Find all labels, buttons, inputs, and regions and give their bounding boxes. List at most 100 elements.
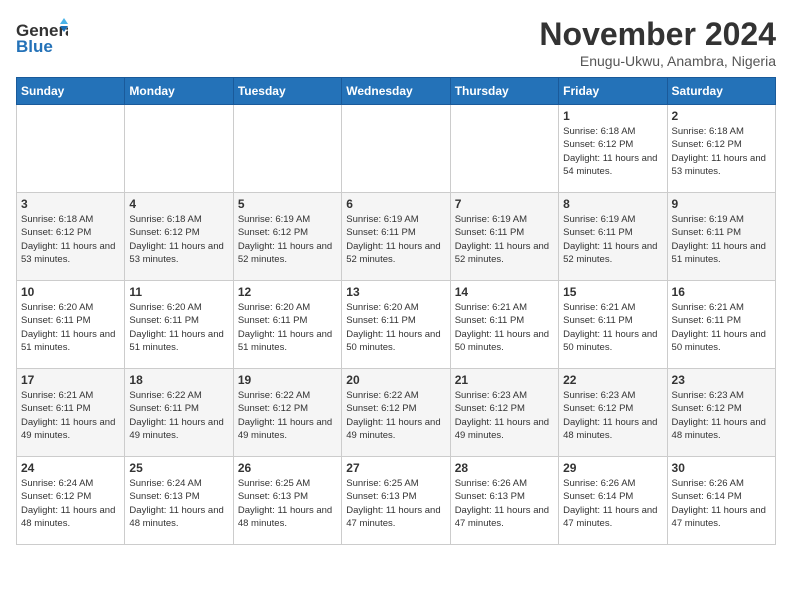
day-number: 19 [238, 373, 337, 387]
location-title: Enugu-Ukwu, Anambra, Nigeria [539, 53, 776, 69]
day-number: 12 [238, 285, 337, 299]
day-number: 17 [21, 373, 120, 387]
table-row [450, 105, 558, 193]
day-number: 9 [672, 197, 771, 211]
week-row-1: 1 Sunrise: 6:18 AM Sunset: 6:12 PM Daylig… [17, 105, 776, 193]
day-info: Sunrise: 6:19 AM Sunset: 6:11 PM Dayligh… [672, 213, 771, 266]
logo-icon: General Blue [16, 16, 68, 60]
day-info: Sunrise: 6:18 AM Sunset: 6:12 PM Dayligh… [563, 125, 662, 178]
title-block: November 2024 Enugu-Ukwu, Anambra, Niger… [539, 16, 776, 69]
table-row: 19 Sunrise: 6:22 AM Sunset: 6:12 PM Dayli… [233, 369, 341, 457]
day-number: 20 [346, 373, 445, 387]
table-row: 3Sunrise: 6:18 AM Sunset: 6:12 PM Daylig… [17, 193, 125, 281]
header-thursday: Thursday [450, 78, 558, 105]
table-row: 11Sunrise: 6:20 AM Sunset: 6:11 PM Dayli… [125, 281, 233, 369]
table-row: 8 Sunrise: 6:19 AM Sunset: 6:11 PM Daylig… [559, 193, 667, 281]
table-row: 2Sunrise: 6:18 AM Sunset: 6:12 PM Daylig… [667, 105, 775, 193]
day-number: 10 [21, 285, 120, 299]
table-row [17, 105, 125, 193]
day-info: Sunrise: 6:20 AM Sunset: 6:11 PM Dayligh… [346, 301, 445, 354]
week-row-4: 17 Sunrise: 6:21 AM Sunset: 6:11 PM Dayli… [17, 369, 776, 457]
table-row: 10 Sunrise: 6:20 AM Sunset: 6:11 PM Dayli… [17, 281, 125, 369]
weekday-header-row: Sunday Monday Tuesday Wednesday Thursday… [17, 78, 776, 105]
table-row: 26Sunrise: 6:25 AM Sunset: 6:13 PM Dayli… [233, 457, 341, 545]
table-row [342, 105, 450, 193]
day-info: Sunrise: 6:26 AM Sunset: 6:14 PM Dayligh… [563, 477, 662, 530]
table-row: 14 Sunrise: 6:21 AM Sunset: 6:11 PM Dayli… [450, 281, 558, 369]
day-number: 6 [346, 197, 445, 211]
table-row: 18 Sunrise: 6:22 AM Sunset: 6:11 PM Dayli… [125, 369, 233, 457]
day-number: 25 [129, 461, 228, 475]
header-tuesday: Tuesday [233, 78, 341, 105]
day-info: Sunrise: 6:22 AM Sunset: 6:11 PM Dayligh… [129, 389, 228, 442]
day-number: 28 [455, 461, 554, 475]
day-number: 24 [21, 461, 120, 475]
day-number: 15 [563, 285, 662, 299]
day-info: Sunrise: 6:20 AM Sunset: 6:11 PM Dayligh… [21, 301, 120, 354]
table-row: 23Sunrise: 6:23 AM Sunset: 6:12 PM Dayli… [667, 369, 775, 457]
table-row [125, 105, 233, 193]
svg-text:Blue: Blue [16, 37, 53, 56]
day-info: Sunrise: 6:23 AM Sunset: 6:12 PM Dayligh… [455, 389, 554, 442]
day-info: Sunrise: 6:21 AM Sunset: 6:11 PM Dayligh… [563, 301, 662, 354]
day-number: 5 [238, 197, 337, 211]
table-row: 24Sunrise: 6:24 AM Sunset: 6:12 PM Dayli… [17, 457, 125, 545]
table-row: 7Sunrise: 6:19 AM Sunset: 6:11 PM Daylig… [450, 193, 558, 281]
day-number: 1 [563, 109, 662, 123]
table-row: 28 Sunrise: 6:26 AM Sunset: 6:13 PM Dayli… [450, 457, 558, 545]
day-number: 2 [672, 109, 771, 123]
calendar-table: Sunday Monday Tuesday Wednesday Thursday… [16, 77, 776, 545]
table-row: 13 Sunrise: 6:20 AM Sunset: 6:11 PM Dayli… [342, 281, 450, 369]
day-number: 14 [455, 285, 554, 299]
table-row: 15 Sunrise: 6:21 AM Sunset: 6:11 PM Dayli… [559, 281, 667, 369]
table-row: 20Sunrise: 6:22 AM Sunset: 6:12 PM Dayli… [342, 369, 450, 457]
day-number: 8 [563, 197, 662, 211]
table-row: 29 Sunrise: 6:26 AM Sunset: 6:14 PM Dayli… [559, 457, 667, 545]
day-number: 13 [346, 285, 445, 299]
day-number: 16 [672, 285, 771, 299]
day-number: 22 [563, 373, 662, 387]
table-row [233, 105, 341, 193]
table-row: 6 Sunrise: 6:19 AM Sunset: 6:11 PM Daylig… [342, 193, 450, 281]
day-info: Sunrise: 6:22 AM Sunset: 6:12 PM Dayligh… [238, 389, 337, 442]
day-info: Sunrise: 6:26 AM Sunset: 6:13 PM Dayligh… [455, 477, 554, 530]
day-number: 21 [455, 373, 554, 387]
day-info: Sunrise: 6:21 AM Sunset: 6:11 PM Dayligh… [672, 301, 771, 354]
table-row: 30 Sunrise: 6:26 AM Sunset: 6:14 PM Dayli… [667, 457, 775, 545]
table-row: 27Sunrise: 6:25 AM Sunset: 6:13 PM Dayli… [342, 457, 450, 545]
day-info: Sunrise: 6:18 AM Sunset: 6:12 PM Dayligh… [129, 213, 228, 266]
table-row: 17 Sunrise: 6:21 AM Sunset: 6:11 PM Dayli… [17, 369, 125, 457]
table-row: 25 Sunrise: 6:24 AM Sunset: 6:13 PM Dayli… [125, 457, 233, 545]
week-row-2: 3 Sunrise: 6:18 AM Sunset: 6:12 PM Daylig… [17, 193, 776, 281]
day-number: 23 [672, 373, 771, 387]
day-number: 27 [346, 461, 445, 475]
day-info: Sunrise: 6:24 AM Sunset: 6:13 PM Dayligh… [129, 477, 228, 530]
logo: General Blue [16, 16, 68, 60]
day-number: 18 [129, 373, 228, 387]
month-title: November 2024 [539, 16, 776, 53]
day-info: Sunrise: 6:19 AM Sunset: 6:11 PM Dayligh… [346, 213, 445, 266]
table-row: 22 Sunrise: 6:23 AM Sunset: 6:12 PM Dayli… [559, 369, 667, 457]
table-row: 16 Sunrise: 6:21 AM Sunset: 6:11 PM Dayli… [667, 281, 775, 369]
day-info: Sunrise: 6:25 AM Sunset: 6:13 PM Dayligh… [238, 477, 337, 530]
week-row-5: 24Sunrise: 6:24 AM Sunset: 6:12 PM Dayli… [17, 457, 776, 545]
table-row: 9 Sunrise: 6:19 AM Sunset: 6:11 PM Daylig… [667, 193, 775, 281]
day-info: Sunrise: 6:26 AM Sunset: 6:14 PM Dayligh… [672, 477, 771, 530]
table-row: 1 Sunrise: 6:18 AM Sunset: 6:12 PM Daylig… [559, 105, 667, 193]
table-row: 12 Sunrise: 6:20 AM Sunset: 6:11 PM Dayli… [233, 281, 341, 369]
day-info: Sunrise: 6:21 AM Sunset: 6:11 PM Dayligh… [21, 389, 120, 442]
day-number: 29 [563, 461, 662, 475]
table-row: 4Sunrise: 6:18 AM Sunset: 6:12 PM Daylig… [125, 193, 233, 281]
page-header: General Blue November 2024 Enugu-Ukwu, A… [16, 16, 776, 69]
day-info: Sunrise: 6:21 AM Sunset: 6:11 PM Dayligh… [455, 301, 554, 354]
day-number: 30 [672, 461, 771, 475]
week-row-3: 10 Sunrise: 6:20 AM Sunset: 6:11 PM Dayli… [17, 281, 776, 369]
header-friday: Friday [559, 78, 667, 105]
day-info: Sunrise: 6:19 AM Sunset: 6:12 PM Dayligh… [238, 213, 337, 266]
day-info: Sunrise: 6:23 AM Sunset: 6:12 PM Dayligh… [563, 389, 662, 442]
header-sunday: Sunday [17, 78, 125, 105]
day-number: 3 [21, 197, 120, 211]
day-info: Sunrise: 6:19 AM Sunset: 6:11 PM Dayligh… [563, 213, 662, 266]
day-info: Sunrise: 6:20 AM Sunset: 6:11 PM Dayligh… [238, 301, 337, 354]
table-row: 21 Sunrise: 6:23 AM Sunset: 6:12 PM Dayli… [450, 369, 558, 457]
